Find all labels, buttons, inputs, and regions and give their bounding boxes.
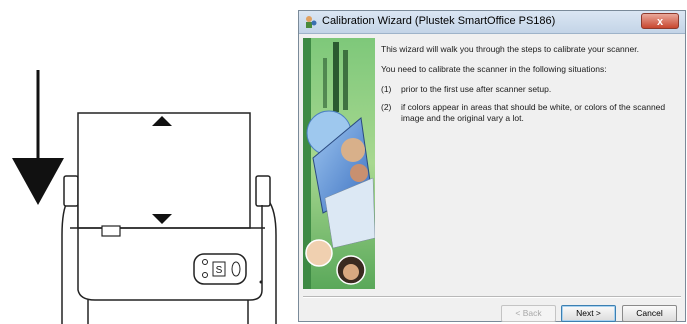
calibration-wizard-window: Calibration Wizard (Plustek SmartOffice … — [298, 10, 686, 322]
window-title: Calibration Wizard (Plustek SmartOffice … — [322, 15, 556, 27]
wizard-client-area: This wizard will walk you through the st… — [299, 34, 685, 322]
scanner-button-panel: S — [193, 253, 263, 285]
scanner-illustration: S — [12, 70, 277, 324]
close-button[interactable]: x — [641, 13, 679, 29]
list-item: (2) if colors appear in areas that shoul… — [381, 102, 679, 124]
intro-text: This wizard will walk you through the st… — [381, 44, 639, 54]
paper-sheet — [70, 112, 265, 237]
insert-direction-arrow-icon — [12, 70, 64, 205]
back-button[interactable]: < Back — [501, 305, 556, 322]
list-item-number: (1) — [381, 84, 392, 94]
list-item-text: prior to the first use after scanner set… — [401, 84, 552, 94]
title-bar[interactable]: Calibration Wizard (Plustek SmartOffice … — [299, 11, 685, 34]
scan-button-label: S — [216, 265, 223, 276]
wizard-content: This wizard will walk you through the st… — [381, 44, 679, 131]
situations-heading: You need to calibrate the scanner in the… — [381, 64, 607, 74]
button-bar-separator — [303, 296, 681, 298]
list-item-text: if colors appear in areas that should be… — [401, 102, 666, 123]
list-item: (1) prior to the first use after scanner… — [381, 84, 679, 95]
wizard-side-graphic — [303, 38, 375, 289]
next-button[interactable]: Next > — [561, 305, 616, 322]
wizard-app-icon — [306, 16, 317, 28]
list-item-number: (2) — [381, 102, 392, 112]
cancel-button[interactable]: Cancel — [622, 305, 677, 322]
